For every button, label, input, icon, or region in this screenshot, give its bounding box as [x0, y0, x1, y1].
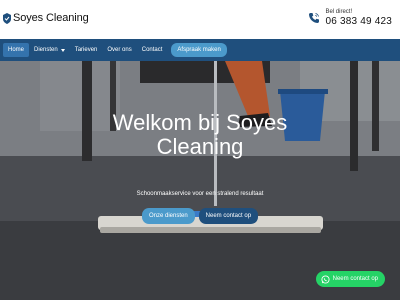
whatsapp-icon: [321, 274, 330, 284]
logo[interactable]: Soyes Cleaning: [3, 12, 89, 24]
hero-background-image: [0, 61, 400, 300]
contact-button[interactable]: Neem contact op: [198, 208, 259, 224]
hero-title-line-2: Cleaning: [156, 134, 244, 159]
nav-item-label: Tarieven: [74, 47, 98, 53]
nav-item-diensten[interactable]: Diensten: [29, 43, 70, 57]
main-nav: Home Diensten Tarieven Over ons Contact …: [0, 39, 400, 61]
whatsapp-button[interactable]: Neem contact op: [315, 271, 385, 287]
hero-section: Welkom bij Soyes Cleaning Schoonmaakserv…: [0, 61, 400, 300]
phone-number[interactable]: 06 383 49 423: [325, 17, 392, 27]
hero-title: Welkom bij Soyes Cleaning: [0, 111, 400, 159]
nav-item-contact[interactable]: Contact: [137, 43, 168, 57]
appointment-button[interactable]: Afspraak maken: [171, 43, 227, 57]
nav-item-over-ons[interactable]: Over ons: [102, 43, 136, 57]
nav-item-tarieven[interactable]: Tarieven: [70, 43, 103, 57]
nav-item-label: Over ons: [107, 47, 132, 53]
hero-buttons: Onze diensten Neem contact op: [0, 208, 400, 224]
nav-item-home[interactable]: Home: [3, 43, 30, 57]
phone-contact[interactable]: Bel direct! 06 383 49 423: [308, 9, 392, 27]
nav-item-label: Home: [8, 47, 25, 53]
nav-item-label: Contact: [141, 47, 163, 53]
chevron-down-icon: [60, 48, 65, 52]
logo-shield-icon: [3, 12, 11, 24]
hero-title-line-1: Welkom bij Soyes: [112, 110, 288, 135]
services-button[interactable]: Onze diensten: [141, 208, 195, 224]
nav-item-label: Diensten: [34, 47, 58, 53]
whatsapp-label: Neem contact op: [332, 276, 378, 282]
logo-text: Soyes Cleaning: [13, 12, 89, 24]
site-header: Soyes Cleaning Bel direct! 06 383 49 423: [0, 0, 400, 39]
hero-subtitle: Schoonmaakservice voor een stralend resu…: [136, 191, 264, 197]
phone-label: Bel direct!: [325, 9, 353, 15]
phone-icon: [309, 13, 320, 23]
